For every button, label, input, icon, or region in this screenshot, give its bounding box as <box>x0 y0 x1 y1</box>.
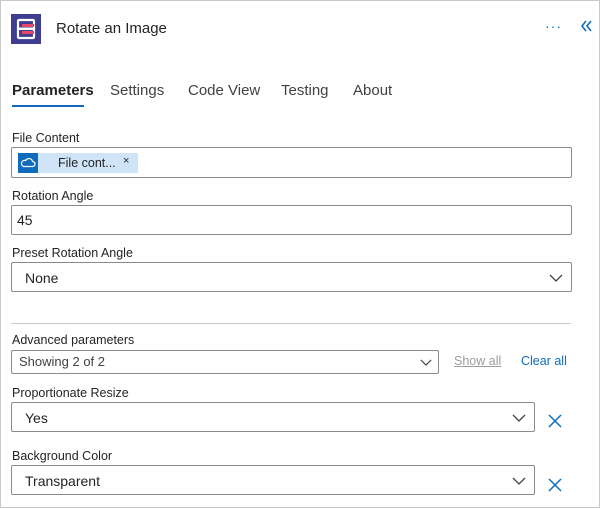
token-remove-icon[interactable]: × <box>123 155 129 167</box>
chevron-down-icon <box>512 477 526 485</box>
remove-proportionate-resize-icon[interactable] <box>547 413 563 429</box>
advanced-parameters-label: Advanced parameters <box>12 333 135 347</box>
advanced-showing-value: Showing 2 of 2 <box>19 354 106 369</box>
tab-about[interactable]: About <box>353 82 392 99</box>
rotation-angle-value: 45 <box>17 212 33 228</box>
proportionate-resize-label: Proportionate Resize <box>12 386 129 400</box>
rotation-angle-input[interactable]: 45 <box>11 205 572 235</box>
tab-parameters[interactable]: Parameters <box>12 82 94 99</box>
file-content-input[interactable]: File cont... × <box>11 147 572 178</box>
preset-rotation-angle-value: None <box>25 270 59 286</box>
token-label: File cont... <box>58 156 116 170</box>
tab-testing[interactable]: Testing <box>281 82 329 99</box>
chevron-down-icon <box>512 414 526 422</box>
chevron-down-icon <box>549 274 563 282</box>
preset-rotation-angle-dropdown[interactable]: None <box>11 262 572 292</box>
file-content-label: File Content <box>12 131 80 145</box>
double-chevron-left-icon[interactable] <box>578 18 594 34</box>
advanced-parameters-dropdown[interactable]: Showing 2 of 2 <box>11 350 439 374</box>
background-color-value: Transparent <box>25 473 100 489</box>
clear-all-link[interactable]: Clear all <box>521 354 567 368</box>
rotation-angle-label: Rotation Angle <box>12 189 94 203</box>
remove-background-color-icon[interactable] <box>547 477 563 493</box>
background-color-label: Background Color <box>12 449 113 463</box>
chevron-down-icon <box>420 359 432 366</box>
more-options-icon[interactable]: ··· <box>545 18 562 34</box>
tab-code-view[interactable]: Code View <box>188 82 260 99</box>
proportionate-resize-dropdown[interactable]: Yes <box>11 402 535 432</box>
show-all-link[interactable]: Show all <box>454 354 501 368</box>
tab-settings[interactable]: Settings <box>110 82 164 99</box>
onedrive-cloud-icon <box>18 153 38 173</box>
background-color-dropdown[interactable]: Transparent <box>11 465 535 495</box>
section-divider <box>11 323 571 324</box>
active-tab-indicator <box>12 105 84 107</box>
proportionate-resize-value: Yes <box>25 410 48 426</box>
preset-rotation-angle-label: Preset Rotation Angle <box>12 246 133 260</box>
panel-title: Rotate an Image <box>56 20 167 37</box>
file-content-token[interactable]: File cont... × <box>18 153 138 173</box>
panel-header: Rotate an Image ··· <box>0 0 600 62</box>
encodian-logo-icon <box>11 14 41 44</box>
